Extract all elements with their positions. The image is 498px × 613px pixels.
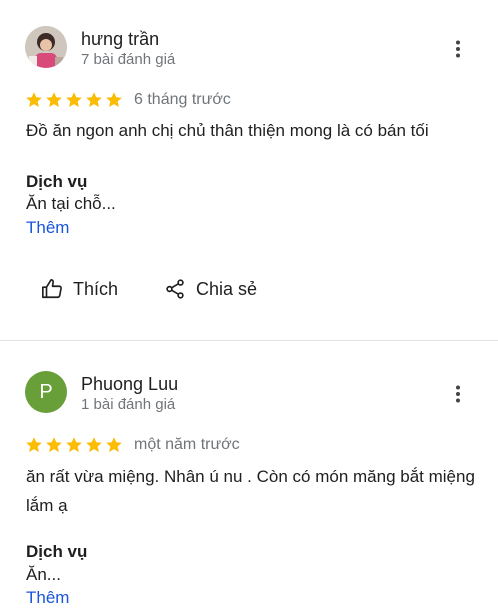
reviewer-review-count: 7 bài đánh giá (81, 51, 176, 68)
star-icon (46, 92, 62, 107)
more-link[interactable]: Thêm (26, 217, 69, 239)
reviewer-name[interactable]: hưng trần (81, 28, 159, 50)
share-button[interactable]: Chia sẻ (164, 276, 257, 302)
star-icon (86, 92, 102, 107)
star-icon (66, 92, 82, 107)
review-text: Đồ ăn ngon anh chị chủ thân thiện mong l… (26, 121, 429, 140)
star-icon (86, 437, 102, 452)
like-label: Thích (73, 278, 119, 299)
share-icon (166, 279, 184, 299)
review-card: hưng trần 7 bài đánh giá 6 tháng trước Đ… (0, 0, 498, 340)
star-icon (26, 437, 42, 452)
service-label: Dịch vụ (26, 172, 88, 191)
share-label: Chia sẻ (196, 278, 258, 299)
star-icon (26, 92, 42, 107)
more-link[interactable]: Thêm (26, 587, 69, 609)
star-icon (106, 92, 122, 107)
thumb-up-icon (42, 279, 62, 299)
star-icon (46, 437, 62, 452)
more-vert-icon (456, 385, 460, 403)
service-value: Ăn... (26, 565, 61, 584)
reviewer-avatar[interactable] (25, 26, 67, 68)
service-label: Dịch vụ (26, 542, 88, 561)
star-icon (106, 437, 122, 452)
like-button[interactable]: Thích (41, 276, 118, 302)
star-rating (25, 436, 125, 454)
reviewer-review-count: 1 bài đánh giá (81, 396, 176, 413)
more-options-button[interactable] (446, 37, 470, 61)
more-vert-icon (456, 40, 460, 58)
review-card: P Phuong Luu 1 bài đánh giá một năm trướ… (0, 341, 498, 613)
more-options-button[interactable] (446, 382, 470, 406)
service-value: Ăn tại chỗ... (26, 194, 116, 213)
star-icon (66, 437, 82, 452)
review-time: một năm trước (134, 436, 240, 453)
star-rating (25, 91, 125, 109)
reviewer-avatar[interactable]: P (25, 371, 67, 413)
reviewer-name[interactable]: Phuong Luu (81, 373, 178, 395)
review-time: 6 tháng trước (134, 91, 231, 108)
review-text: ăn rất vừa miệng. Nhân ú nu . Còn có món… (26, 467, 475, 515)
